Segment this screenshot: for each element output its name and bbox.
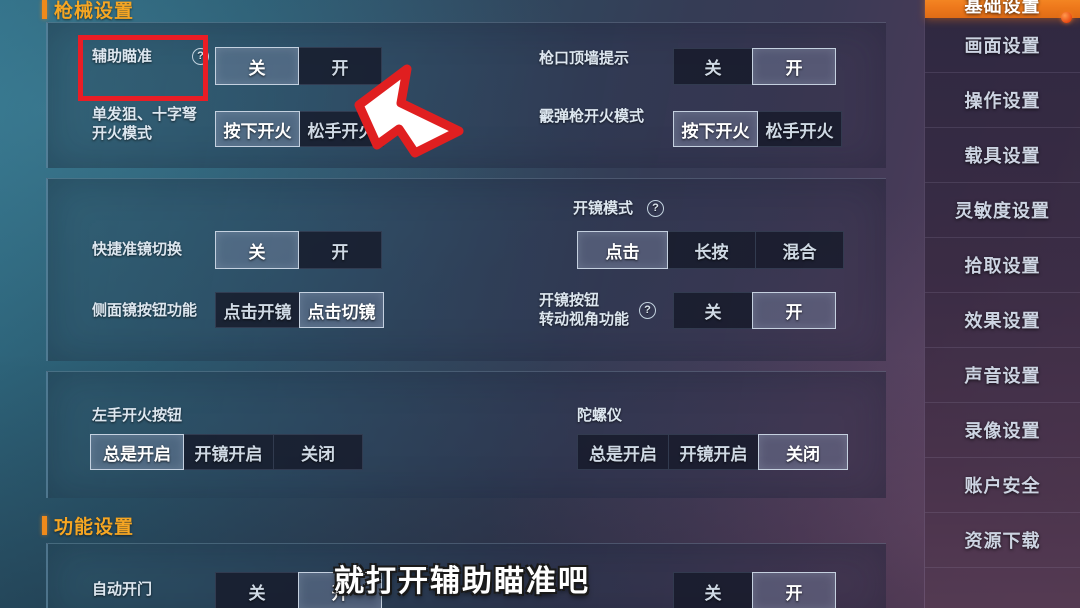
panel-control-settings: 左手开火按钮 总是开启 开镜开启 关闭 陀螺仪 总是开启 开镜开启 关闭	[46, 371, 886, 498]
panel-scope-settings: 快捷准镜切换 关 开 侧面镜按钮功能 点击开镜 点击切镜 开镜模式 ? 点击 长…	[46, 178, 886, 361]
sidebar-item-effects[interactable]: 效果设置	[925, 293, 1080, 348]
sidebar-item-recording-label: 录像设置	[964, 421, 1041, 441]
quick-scope-switch-toggle[interactable]: 关 开	[215, 231, 382, 269]
left-fire-button-option-scoped[interactable]: 开镜开启	[183, 434, 274, 470]
sniper-fire-mode-label: 单发狙、十字弩 开火模式	[92, 106, 198, 142]
section-title-function: 功能设置	[42, 512, 134, 539]
row-left-fire-button: 左手开火按钮	[92, 406, 182, 425]
section-title-weapon-label: 枪械设置	[54, 1, 135, 22]
sidebar-item-basic[interactable]: 基础设置	[925, 0, 1080, 23]
scope-rotate-view-label: 开镜按钮 转动视角功能	[539, 292, 630, 328]
sidebar-item-sensitivity[interactable]: 灵敏度设置	[925, 183, 1080, 238]
row-scope-rotate-view: 开镜按钮 转动视角功能 ?	[539, 291, 657, 329]
sidebar-item-controls-label: 操作设置	[964, 91, 1041, 111]
muzzle-wall-tip-option-off[interactable]: 关	[673, 48, 753, 85]
shotgun-fire-mode-toggle[interactable]: 按下开火 松手开火	[673, 111, 842, 147]
question-mark-icon[interactable]: ?	[639, 301, 657, 319]
section-title-weapon: 枪械设置	[42, 0, 134, 23]
sidebar-item-resource-download-label: 资源下载	[964, 531, 1041, 551]
muzzle-wall-tip-option-on[interactable]: 开	[752, 48, 836, 85]
side-scope-button-label: 侧面镜按钮功能	[92, 302, 198, 319]
game-settings-screen: 枪械设置 辅助瞄准 ? 关 开 枪口顶墙提示 关 开 单发狙、十字弩 开火模式 …	[0, 0, 1080, 608]
left-fire-button-option-off[interactable]: 关闭	[273, 434, 363, 470]
sidebar-item-controls[interactable]: 操作设置	[925, 73, 1080, 128]
panel-weapon-settings: 辅助瞄准 ? 关 开 枪口顶墙提示 关 开 单发狙、十字弩 开火模式 按下开火 …	[46, 22, 886, 168]
gyroscope-option-off[interactable]: 关闭	[758, 434, 848, 470]
quick-scope-switch-option-off[interactable]: 关	[215, 231, 299, 269]
settings-sidebar: 基础设置 画面设置 操作设置 载具设置 灵敏度设置 拾取设置 效果设置 声音设置…	[924, 0, 1080, 608]
side-scope-button-toggle[interactable]: 点击开镜 点击切镜	[215, 292, 384, 328]
scope-rotate-view-option-off[interactable]: 关	[673, 292, 753, 329]
sidebar-item-resource-download[interactable]: 资源下载	[925, 513, 1080, 568]
sidebar-item-recording[interactable]: 录像设置	[925, 403, 1080, 458]
gyroscope-option-scoped[interactable]: 开镜开启	[668, 434, 759, 470]
quick-scope-switch-option-on[interactable]: 开	[298, 231, 382, 269]
sidebar-item-vehicle[interactable]: 载具设置	[925, 128, 1080, 183]
shotgun-fire-mode-option-press[interactable]: 按下开火	[673, 111, 758, 147]
question-mark-icon[interactable]: ?	[647, 200, 665, 217]
sidebar-item-account-security-label: 账户安全	[964, 476, 1041, 496]
scope-rotate-view-option-on[interactable]: 开	[752, 292, 836, 329]
row-sniper-fire-mode: 单发狙、十字弩 开火模式	[92, 105, 197, 143]
row-shotgun-fire-mode: 霰弹枪开火模式	[539, 107, 644, 126]
sidebar-item-pickup-label: 拾取设置	[964, 256, 1041, 276]
row-aim-assist: 辅助瞄准 ?	[92, 47, 209, 66]
sidebar-item-account-security[interactable]: 账户安全	[925, 458, 1080, 513]
sidebar-item-vehicle-label: 载具设置	[964, 146, 1041, 166]
row-quick-scope-switch: 快捷准镜切换	[92, 240, 182, 259]
sniper-fire-mode-toggle[interactable]: 按下开火 松手开火	[215, 111, 384, 147]
gyroscope-toggle[interactable]: 总是开启 开镜开启 关闭	[577, 434, 848, 470]
gyroscope-option-always[interactable]: 总是开启	[577, 434, 669, 470]
aim-assist-option-on[interactable]: 开	[298, 47, 382, 85]
question-mark-icon[interactable]: ?	[192, 48, 209, 65]
quick-scope-switch-label: 快捷准镜切换	[92, 241, 183, 258]
side-scope-button-option-open[interactable]: 点击开镜	[215, 292, 300, 328]
sidebar-item-effects-label: 效果设置	[964, 311, 1041, 331]
sniper-fire-mode-option-release[interactable]: 松手开火	[299, 111, 384, 147]
row-side-scope-button: 侧面镜按钮功能	[92, 301, 197, 320]
aim-assist-toggle[interactable]: 关 开	[215, 47, 382, 85]
muzzle-wall-tip-toggle[interactable]: 关 开	[673, 48, 836, 85]
left-fire-button-label: 左手开火按钮	[92, 407, 183, 424]
gyroscope-label: 陀螺仪	[577, 407, 623, 424]
scope-mode-option-tap[interactable]: 点击	[577, 231, 668, 269]
section-accent-bar	[42, 0, 47, 19]
scope-mode-label: 开镜模式	[573, 200, 634, 217]
row-scope-mode-header: 开镜模式 ?	[573, 199, 665, 218]
sidebar-item-display-label: 画面设置	[964, 36, 1041, 56]
section-accent-bar	[42, 516, 47, 535]
scope-mode-option-mixed[interactable]: 混合	[755, 231, 844, 269]
aim-assist-label: 辅助瞄准	[92, 48, 153, 65]
section-title-function-label: 功能设置	[54, 517, 135, 538]
scope-rotate-view-toggle[interactable]: 关 开	[673, 292, 836, 329]
sidebar-item-basic-label: 基础设置	[964, 0, 1041, 16]
sidebar-item-display[interactable]: 画面设置	[925, 18, 1080, 73]
aim-assist-option-off[interactable]: 关	[215, 47, 299, 85]
muzzle-wall-tip-label: 枪口顶墙提示	[539, 50, 630, 67]
shotgun-fire-mode-label: 霰弹枪开火模式	[539, 108, 645, 125]
scope-mode-toggle[interactable]: 点击 长按 混合	[577, 231, 844, 269]
scope-mode-option-hold[interactable]: 长按	[667, 231, 756, 269]
sidebar-item-sensitivity-label: 灵敏度设置	[955, 201, 1050, 221]
subtitle-caption: 就打开辅助瞄准吧	[334, 565, 590, 598]
sidebar-item-sound-label: 声音设置	[964, 366, 1041, 386]
left-fire-button-option-always[interactable]: 总是开启	[90, 434, 184, 470]
left-fire-button-toggle[interactable]: 总是开启 开镜开启 关闭	[90, 434, 363, 470]
row-muzzle-wall-tip: 枪口顶墙提示	[539, 49, 629, 68]
sniper-fire-mode-option-press[interactable]: 按下开火	[215, 111, 300, 147]
shotgun-fire-mode-option-release[interactable]: 松手开火	[757, 111, 842, 147]
sidebar-item-pickup[interactable]: 拾取设置	[925, 238, 1080, 293]
sidebar-item-sound[interactable]: 声音设置	[925, 348, 1080, 403]
row-gyroscope: 陀螺仪	[577, 406, 622, 425]
side-scope-button-option-switch[interactable]: 点击切镜	[299, 292, 384, 328]
